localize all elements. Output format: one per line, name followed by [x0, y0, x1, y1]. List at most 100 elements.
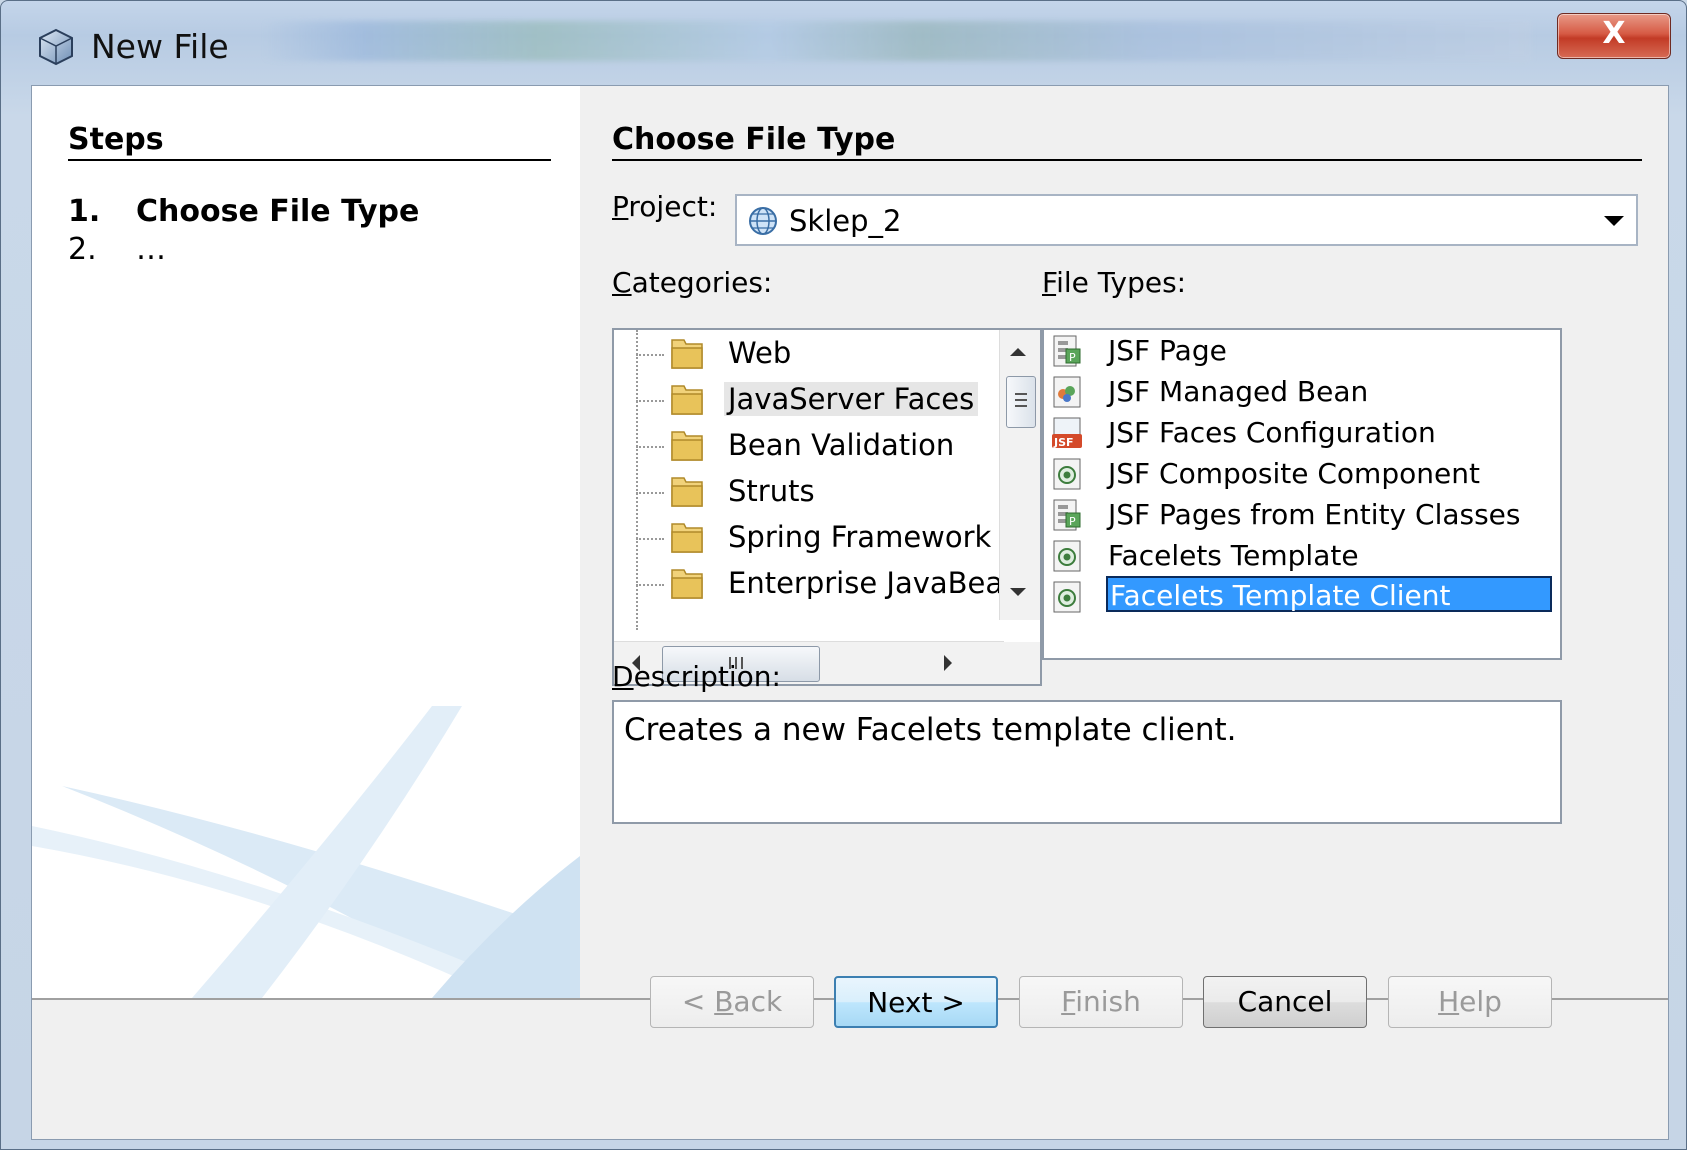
title-bar[interactable]: New File X [1, 1, 1686, 85]
description-label: Description: [612, 660, 781, 693]
dialog-body: Steps 1. Choose File Type 2. … Choose File… [31, 85, 1669, 1140]
scroll-up-icon[interactable] [1010, 348, 1026, 356]
project-label: Project: [612, 190, 717, 223]
file-type-label: JSF Pages from Entity Classes [1108, 498, 1521, 531]
button-text: elp [1459, 985, 1502, 1018]
step-1: 1. Choose File Type [68, 194, 419, 229]
folder-icon [671, 569, 703, 599]
title-divider [612, 159, 1642, 161]
mnemonic: F [1042, 266, 1057, 299]
steps-divider [68, 159, 551, 161]
file-type-jsf-managed-bean[interactable]: JSF Managed Bean [1044, 371, 1560, 413]
window-title: New File [91, 27, 229, 66]
button-prefix: < [681, 985, 715, 1018]
step-2: 2. … [68, 232, 166, 267]
title-bar-background [261, 21, 1531, 61]
svg-text:P: P [1069, 351, 1076, 364]
scroll-right-icon[interactable] [944, 655, 952, 671]
category-label: Enterprise JavaBea [728, 566, 1004, 600]
jsf-page-icon: P [1053, 335, 1081, 367]
app-cube-icon [39, 28, 73, 66]
category-label: Bean Validation [728, 428, 955, 462]
file-types-label: File Types: [1042, 266, 1186, 299]
label-text: ategories: [631, 266, 773, 299]
tree-connector [636, 538, 664, 540]
scrollbar-corner [1000, 642, 1040, 684]
wizard-decoration-graphic [32, 706, 580, 998]
mnemonic: F [1061, 985, 1076, 1018]
category-label: JavaServer Faces [724, 382, 979, 416]
back-button[interactable]: < Back [650, 976, 814, 1028]
tree-connector [636, 354, 664, 356]
cancel-button[interactable]: Cancel [1203, 976, 1367, 1028]
project-dropdown[interactable]: Sklep_2 [735, 194, 1638, 246]
tree-connector [636, 584, 664, 586]
step-label: … [136, 232, 166, 267]
grip-icon [1015, 393, 1027, 395]
steps-heading: Steps [68, 122, 164, 157]
label-text: ile Types: [1056, 266, 1187, 299]
jsf-page-icon: P [1053, 499, 1081, 531]
facelets-icon [1053, 540, 1081, 572]
svg-text:P: P [1069, 515, 1076, 528]
tree-connector [636, 492, 664, 494]
categories-vertical-scrollbar[interactable] [999, 330, 1040, 620]
project-value: Sklep_2 [789, 204, 902, 238]
categories-tree[interactable]: Web JavaServer Faces Bean Validation Str… [612, 328, 1042, 686]
file-type-jsf-pages-from-entity-classes[interactable]: P JSF Pages from Entity Classes [1044, 494, 1560, 536]
help-button[interactable]: Help [1388, 976, 1552, 1028]
file-type-label: Facelets Template Client [1106, 576, 1552, 612]
label-text: escription: [633, 660, 781, 693]
file-type-label: JSF Faces Configuration [1108, 416, 1436, 449]
jsf-config-icon: JSF [1052, 417, 1082, 449]
button-text: inish [1075, 985, 1141, 1018]
file-type-label: JSF Managed Bean [1108, 375, 1369, 408]
mnemonic: C [612, 266, 632, 299]
folder-icon [671, 431, 703, 461]
mnemonic: B [714, 985, 734, 1018]
finish-button[interactable]: Finish [1019, 976, 1183, 1028]
new-file-dialog: New File X Steps 1. Choose File Type 2. … … [0, 0, 1687, 1150]
facelets-icon [1053, 581, 1081, 613]
file-type-jsf-faces-configuration[interactable]: JSF JSF Faces Configuration [1044, 412, 1560, 454]
label-text: roject: [628, 190, 718, 223]
mnemonic: H [1438, 985, 1460, 1018]
facelets-icon [1053, 458, 1081, 490]
svg-text:JSF: JSF [1053, 436, 1074, 449]
file-type-jsf-page[interactable]: P JSF Page [1044, 330, 1560, 372]
description-box: Creates a new Facelets template client. [612, 700, 1562, 824]
file-type-label: JSF Composite Component [1108, 457, 1480, 490]
folder-icon [671, 477, 703, 507]
page-title: Choose File Type [612, 122, 896, 157]
steps-panel: Steps 1. Choose File Type 2. … [32, 86, 580, 998]
close-button[interactable]: X [1557, 13, 1671, 59]
step-number: 1. [68, 194, 101, 229]
scroll-thumb[interactable] [1006, 376, 1036, 428]
managed-bean-icon [1053, 376, 1081, 408]
file-types-list[interactable]: P JSF Page JSF Managed Bean JSF JSF Face… [1042, 328, 1562, 660]
scroll-down-icon[interactable] [1010, 588, 1026, 596]
category-label: Struts [728, 474, 815, 508]
categories-label: Categories: [612, 266, 772, 299]
file-type-jsf-composite-component[interactable]: JSF Composite Component [1044, 453, 1560, 495]
folder-icon [671, 339, 703, 369]
category-label: Web [728, 336, 792, 370]
file-type-facelets-template[interactable]: Facelets Template [1044, 535, 1560, 577]
content-panel: Choose File Type Project: Sklep_2 Catego… [580, 86, 1668, 998]
folder-icon [671, 523, 703, 553]
tree-connector [636, 400, 664, 402]
folder-icon [671, 385, 703, 415]
description-text: Creates a new Facelets template client. [624, 712, 1237, 748]
mnemonic: P [612, 190, 629, 223]
step-number: 2. [68, 232, 97, 267]
chevron-down-icon[interactable] [1604, 216, 1624, 226]
next-button[interactable]: Next > [834, 976, 998, 1028]
category-label: Spring Framework [728, 520, 992, 554]
file-type-label: Facelets Template [1108, 539, 1359, 572]
button-text: ack [733, 985, 783, 1018]
file-type-label: JSF Page [1108, 334, 1227, 367]
tree-connector [636, 446, 664, 448]
globe-icon [749, 207, 777, 235]
mnemonic: D [612, 660, 634, 693]
file-type-facelets-template-client[interactable]: Facelets Template Client [1044, 576, 1560, 618]
